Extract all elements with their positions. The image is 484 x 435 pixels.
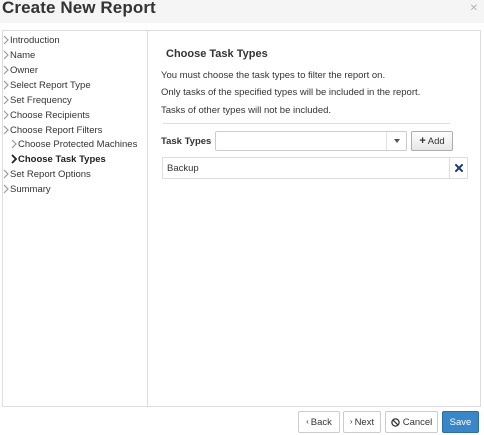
remove-x-icon [454,164,463,172]
sidebar-item-label: Choose Task Types [18,153,106,165]
chevron-right-icon [3,95,9,105]
add-task-type-button[interactable]: + Add [411,131,453,151]
section-title: Choose Task Types [166,48,268,60]
sidebar-item-choose-recipients[interactable]: Choose Recipients [3,108,90,122]
description-line: You must choose the task types to filter… [161,70,386,81]
sidebar-item-summary[interactable]: Summary [3,182,51,196]
chevron-right-icon [3,35,9,45]
dialog-title: Create New Report [2,0,156,17]
sidebar-item-label: Choose Recipients [10,109,90,121]
add-button-label: Add [427,135,445,147]
chevron-right-icon [3,125,9,135]
sidebar-item-name[interactable]: Name [3,48,35,62]
chevron-right-icon [3,50,9,60]
sidebar-item-label: Set Report Options [10,168,91,180]
divider [163,123,450,124]
chevron-right-icon [3,169,9,179]
chevron-right-icon [3,65,9,75]
sidebar-item-label: Name [10,49,36,61]
sidebar-item-set-report-options[interactable]: Set Report Options [3,167,91,181]
cancel-button-label: Cancel [402,416,433,428]
selected-task-type-label: Backup [167,163,199,174]
dialog-header: Create New Report ✕ [0,0,484,23]
plus-icon: + [419,134,426,147]
sidebar-item-label: Owner [10,64,38,76]
chevron-right-icon [3,110,9,120]
step-content: Choose Task Types You must choose the ta… [149,31,480,406]
sidebar-item-choose-report-filters[interactable]: Choose Report Filters [3,123,102,137]
close-icon[interactable]: ✕ [470,3,478,14]
back-button-label: Back [310,416,332,428]
sidebar-item-choose-task-types[interactable]: Choose Task Types [11,152,106,166]
sidebar-item-label: Select Report Type [10,79,91,91]
remove-task-type-button[interactable] [449,158,467,178]
chevron-right-icon [11,139,17,149]
next-button[interactable]: › Next [343,411,381,433]
sidebar-item-introduction[interactable]: Introduction [3,33,60,47]
back-button[interactable]: ‹ Back [298,411,340,433]
task-types-select[interactable] [215,131,407,151]
sidebar-item-label: Set Frequency [10,94,72,106]
chevron-right-icon: › [349,417,353,426]
sidebar-item-set-frequency[interactable]: Set Frequency [3,93,72,107]
description-line: Tasks of other types will not be include… [161,105,332,116]
sidebar-item-choose-protected-machines[interactable]: Choose Protected Machines [11,137,137,151]
sidebar-item-label: Introduction [10,34,60,46]
selected-task-type-row: Backup [162,157,468,179]
chevron-right-icon [3,80,9,90]
cancel-button[interactable]: Cancel [385,411,438,433]
description-line: Only tasks of the specified types will b… [161,87,421,98]
task-types-label: Task Types [161,136,212,147]
chevron-right-icon [11,154,17,164]
wizard-steps-sidebar: Introduction Name Owner Select Report Ty… [3,31,148,406]
sidebar-item-select-report-type[interactable]: Select Report Type [3,78,91,92]
next-button-label: Next [354,416,375,428]
wizard-frame: Introduction Name Owner Select Report Ty… [2,30,481,407]
dropdown-toggle[interactable] [386,132,406,150]
save-button-label: Save [449,416,472,428]
sidebar-item-label: Choose Protected Machines [18,138,138,150]
chevron-left-icon: ‹ [306,417,309,426]
sidebar-item-label: Choose Report Filters [10,124,103,136]
chevron-right-icon [3,184,9,194]
sidebar-item-label: Summary [10,183,51,195]
ban-icon [390,417,400,427]
sidebar-item-owner[interactable]: Owner [3,63,38,77]
caret-down-icon [393,139,400,143]
save-button[interactable]: Save [442,411,479,433]
